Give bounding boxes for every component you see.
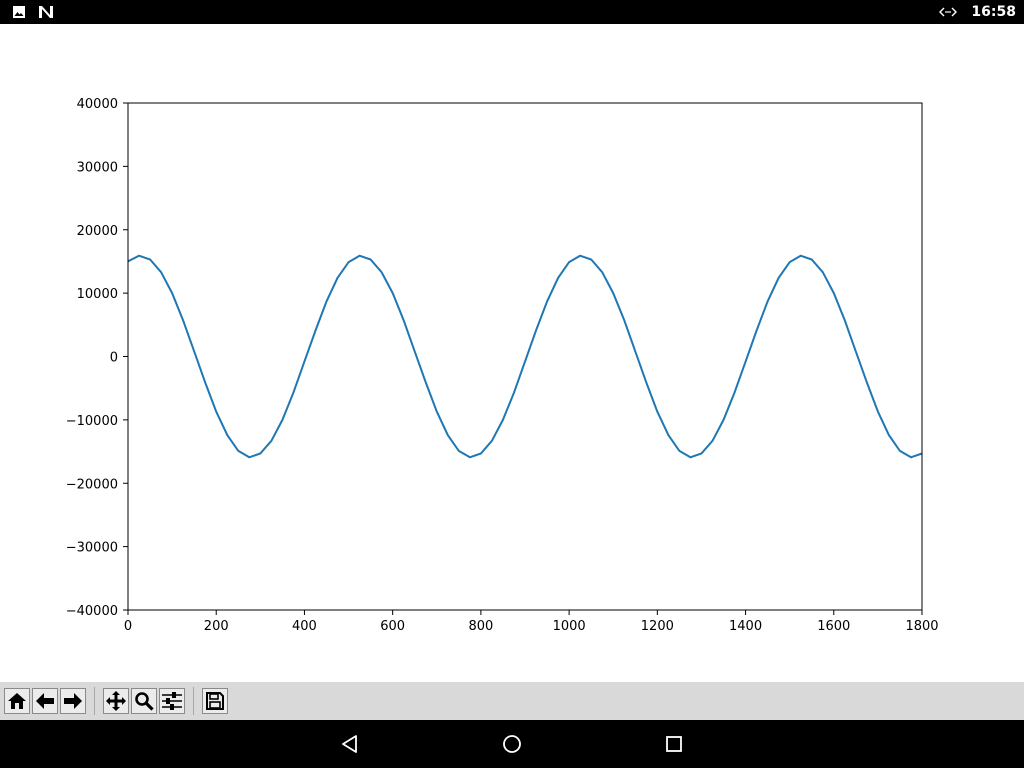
x-tick-label: 1800 [905,619,938,634]
y-tick-label: 30000 [77,160,118,175]
y-tick-label: −40000 [66,604,118,619]
x-axis: 0 200 400 600 800 1000 1200 1400 1600 1800 [124,610,939,634]
y-tick-label: 0 [110,351,118,366]
y-tick-label: −30000 [66,541,118,556]
configure-subplots-button[interactable] [159,688,185,714]
data-sync-icon [939,6,958,18]
arrow-left-icon [36,693,54,709]
status-bar: 16:58 [0,0,1024,24]
nav-recents-button[interactable] [662,732,686,756]
nav-back-button[interactable] [338,732,362,756]
forward-button[interactable] [60,688,86,714]
axes-frame [127,102,923,611]
y-tick-label: −10000 [66,414,118,429]
n-app-notification-icon [38,5,54,19]
plot-toolbar [0,682,1024,720]
recents-square-icon [666,736,682,752]
move-icon [106,691,126,711]
back-triangle-icon [342,735,357,753]
back-button[interactable] [32,688,58,714]
image-notification-icon [12,5,26,19]
y-tick-label: 10000 [77,287,118,302]
navigation-bar [0,720,1024,768]
y-tick-label: 40000 [77,97,118,112]
zoom-button[interactable] [131,688,157,714]
toolbar-separator [94,687,95,715]
x-tick-label: 0 [124,619,132,634]
floppy-disk-icon [206,692,224,710]
status-time: 16:58 [971,4,1016,20]
x-tick-label: 800 [468,619,493,634]
magnifier-icon [135,692,154,711]
nav-home-button[interactable] [500,732,524,756]
x-tick-label: 1200 [641,619,674,634]
x-tick-label: 1400 [729,619,762,634]
pan-button[interactable] [103,688,129,714]
x-tick-label: 1000 [553,619,586,634]
series-line [127,254,923,459]
home-button[interactable] [4,688,30,714]
x-tick-label: 600 [380,619,405,634]
home-circle-icon [503,735,521,753]
toolbar-separator [193,687,194,715]
x-tick-label: 400 [292,619,317,634]
y-tick-label: −20000 [66,477,118,492]
save-button[interactable] [202,688,228,714]
arrow-right-icon [64,693,82,709]
x-tick-label: 1600 [817,619,850,634]
plot-canvas[interactable]: 0 200 400 600 800 1000 1200 1400 1600 1800 40000 3… [0,24,1024,682]
y-axis: 40000 30000 20000 10000 0 −10000 −20000 −30000 −… [66,97,128,619]
x-tick-label: 200 [204,619,229,634]
y-tick-label: 20000 [77,224,118,239]
sliders-icon [162,692,182,710]
home-icon [8,693,26,709]
